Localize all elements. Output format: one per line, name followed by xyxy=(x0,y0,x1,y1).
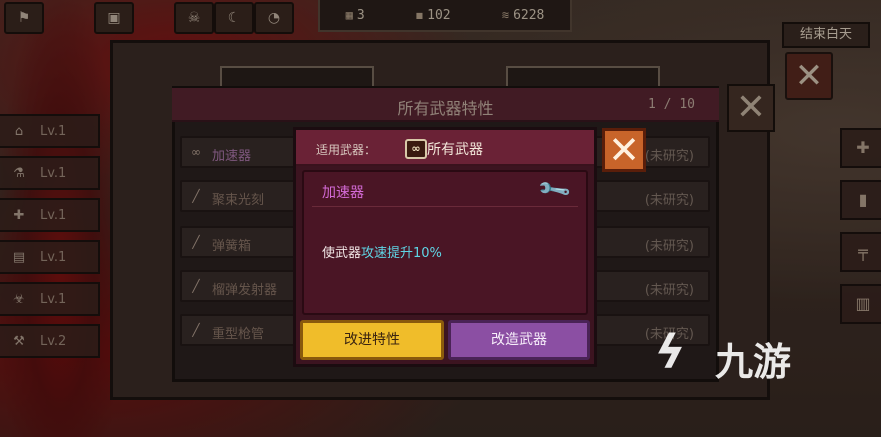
dialog-header: 适用武器： ∞ 所有武器 xyxy=(296,130,594,166)
logo-mark-icon: ϟ xyxy=(655,325,685,379)
watermark-logo: ϟ 九游 xyxy=(655,325,792,384)
trait-detail: 加速器 🔧 使武器攻速提升10% xyxy=(302,170,588,315)
trait-description: 使武器攻速提升10% xyxy=(322,246,442,261)
trait-name: 加速器 xyxy=(322,185,364,201)
wrench-icon: 🔧 xyxy=(535,172,573,209)
modify-weapon-button[interactable]: 改造武器 xyxy=(448,320,590,360)
infinity-icon: ∞ xyxy=(405,139,427,159)
improve-trait-button[interactable]: 改进特性 xyxy=(300,320,444,360)
dialog-close-button[interactable]: ✕ xyxy=(602,128,646,172)
trait-effect: 攻速提升10% xyxy=(361,246,442,261)
applies-weapon: 所有武器 xyxy=(427,142,483,158)
divider xyxy=(312,206,578,207)
